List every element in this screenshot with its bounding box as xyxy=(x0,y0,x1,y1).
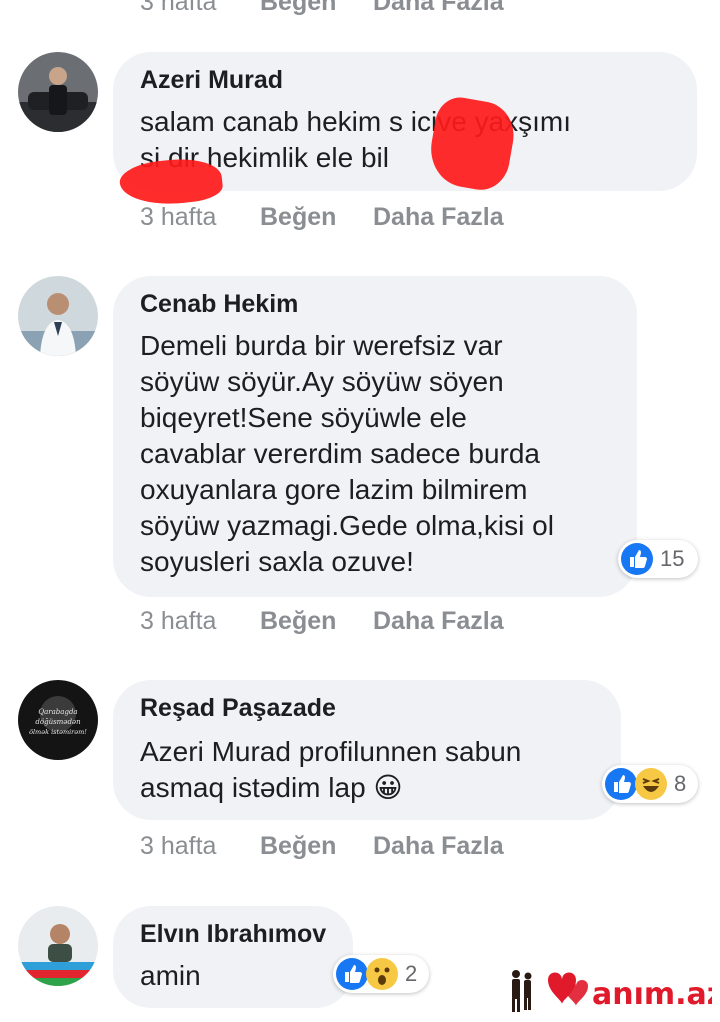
avatar-caption: Qarabagda xyxy=(38,708,77,716)
reactions-summary[interactable]: 15 xyxy=(618,540,698,578)
comment-bubble[interactable]: Reşad Paşazade Azeri Murad profilunnen s… xyxy=(113,680,621,820)
comment-text: Azeri Murad profilunnen sabun asmaq istə… xyxy=(140,736,522,803)
reaction-count: 8 xyxy=(674,771,687,796)
comment-author[interactable]: Cenab Hekim xyxy=(140,290,298,319)
time-label: 3 hafta xyxy=(140,203,217,231)
comment-author[interactable]: Elvın Ibrahımov xyxy=(140,920,326,949)
comment-bubble[interactable]: Elvın Ibrahımov amin xyxy=(113,906,353,1008)
avatar[interactable] xyxy=(18,276,98,356)
comment-text: amin xyxy=(140,960,201,991)
time-label: 3 hafta xyxy=(140,832,217,860)
like-link[interactable]: Beğen xyxy=(260,0,336,17)
comment-text: Demeli burda bir werefsiz var söyüw söyü… xyxy=(140,330,554,577)
like-link[interactable]: Beğen xyxy=(260,832,336,861)
reactions-summary[interactable]: 8 xyxy=(602,765,698,803)
avatar[interactable]: Qarabagda döğüsmədən ölmək istəmirəm! xyxy=(18,680,98,760)
avatar-caption: ölmək istəmirəm! xyxy=(29,728,87,736)
time-label: 3 hafta xyxy=(140,0,217,16)
more-link[interactable]: Daha Fazla xyxy=(373,832,504,861)
more-link[interactable]: Daha Fazla xyxy=(373,203,504,232)
reaction-count: 2 xyxy=(405,961,418,986)
avatar[interactable] xyxy=(18,906,98,986)
haha-icon xyxy=(635,768,667,800)
like-icon xyxy=(336,958,368,990)
avatar-caption: döğüsmədən xyxy=(35,718,81,726)
avatar[interactable] xyxy=(18,52,98,132)
comment-author[interactable]: Reşad Paşazade xyxy=(140,694,336,723)
more-link[interactable]: Daha Fazla xyxy=(373,607,504,636)
like-icon xyxy=(621,543,653,575)
comment-author[interactable]: Azeri Murad xyxy=(140,66,283,95)
like-link[interactable]: Beğen xyxy=(260,607,336,636)
watermark-text: anım.az xyxy=(592,977,712,1012)
wow-icon xyxy=(366,958,398,990)
reaction-count: 15 xyxy=(660,546,685,571)
reactions-summary[interactable]: 2 xyxy=(333,955,429,993)
time-label: 3 hafta xyxy=(140,607,217,635)
watermark-logo: anım.az xyxy=(506,960,720,1016)
like-link[interactable]: Beğen xyxy=(260,203,336,232)
comment-bubble[interactable]: Cenab Hekim Demeli burda bir werefsiz va… xyxy=(113,276,637,597)
like-icon xyxy=(605,768,637,800)
more-link[interactable]: Daha Fazla xyxy=(373,0,504,17)
